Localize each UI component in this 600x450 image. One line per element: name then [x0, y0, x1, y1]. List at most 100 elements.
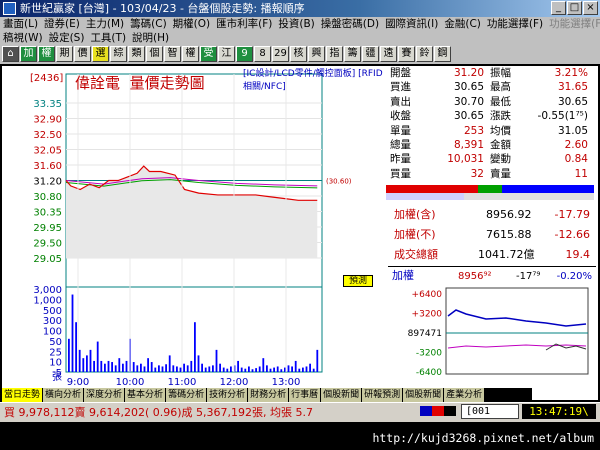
- toolbar-button[interactable]: 興: [308, 46, 325, 62]
- app-icon[interactable]: [3, 2, 16, 15]
- volume-bar: [100, 360, 103, 372]
- tab[interactable]: 產業分析: [444, 388, 485, 402]
- volume-unit: 張: [52, 371, 62, 383]
- chart-title: 量價走勢圖: [129, 74, 205, 92]
- menu-item[interactable]: 投資(B): [275, 17, 317, 31]
- toolbar-button[interactable]: 價: [74, 46, 91, 62]
- menu-item[interactable]: 功能選擇(F): [484, 17, 546, 31]
- stock-name-text: 偉詮電: [75, 74, 121, 92]
- menu-item[interactable]: 金融(C): [441, 17, 484, 31]
- menu-item[interactable]: 稿視(W): [0, 31, 46, 45]
- mini-plot: [445, 287, 589, 375]
- home-icon[interactable]: ⌂: [2, 46, 19, 62]
- volume-bar: [276, 366, 279, 372]
- toolbar-button[interactable]: 江: [218, 46, 235, 62]
- toolbar-button[interactable]: 賽: [398, 46, 415, 62]
- tab[interactable]: 個股新聞: [403, 388, 444, 402]
- mini-tick-label: -6400: [416, 368, 442, 378]
- quote-value: 32: [470, 167, 484, 180]
- toolbar-button[interactable]: 權: [38, 46, 55, 62]
- quote-value: 31.65: [557, 81, 588, 94]
- volume-bar: [75, 322, 77, 372]
- toolbar-button[interactable]: 類: [128, 46, 145, 62]
- volume-bar: [222, 367, 225, 372]
- index-mini-chart[interactable]: 加權 8956⁹² -17⁷⁹ -0.20% +6400 +3200 897471 -3200…: [388, 266, 596, 388]
- price-volume-chart[interactable]: 33.35 32.90 32.50 32.05 31.60 31.20 30.80 30.35…: [2, 66, 386, 388]
- volume-bar: [154, 367, 157, 372]
- volume-tick-label: 300: [43, 316, 62, 327]
- predict-button[interactable]: 預測: [343, 275, 373, 287]
- toolbar-button[interactable]: 核: [290, 46, 307, 62]
- toolbar-button[interactable]: 籌: [344, 46, 361, 62]
- toolbar-button[interactable]: 選: [92, 46, 109, 62]
- menu-item[interactable]: 操盤密碼(D): [318, 17, 382, 31]
- y-tick-label: 32.90: [33, 115, 62, 126]
- toolbar-button[interactable]: 個: [146, 46, 163, 62]
- menu-item[interactable]: 籌碼(C): [127, 17, 170, 31]
- toolbar-button[interactable]: 受: [200, 46, 217, 62]
- tab[interactable]: 基本分析: [125, 388, 166, 402]
- index-value: 7615.88: [486, 228, 532, 241]
- menu-item[interactable]: 說明(H): [129, 31, 172, 45]
- menu-item[interactable]: 設定(S): [46, 31, 88, 45]
- volume-bar: [150, 362, 153, 372]
- volume-bar: [302, 367, 304, 372]
- tab[interactable]: 籌碼分析: [166, 388, 207, 402]
- quote-row: 買進 30.65 最高 31.65: [388, 81, 592, 94]
- toolbar-button[interactable]: 智: [164, 46, 181, 62]
- bid-ask-bar-2: [386, 193, 594, 200]
- menu-item[interactable]: 畫面(L): [0, 17, 41, 31]
- index-change: 19.4: [565, 248, 591, 261]
- tab[interactable]: 深度分析: [84, 388, 125, 402]
- tab-today[interactable]: 當日走勢: [2, 388, 43, 402]
- menu-item-disabled: 功能選擇(F): [549, 18, 600, 30]
- toolbar-button[interactable]: 8: [254, 46, 271, 62]
- volume-bar: [68, 338, 70, 372]
- quote-label: 收盤: [390, 110, 411, 123]
- volume-bar: [240, 367, 243, 372]
- menu-item[interactable]: 主力(M): [83, 17, 127, 31]
- toolbar-button[interactable]: 期: [56, 46, 73, 62]
- tab[interactable]: 研報預測: [362, 388, 403, 402]
- volume-bar: [136, 365, 139, 372]
- volume-tick-label: 500: [43, 306, 62, 317]
- menu-item[interactable]: 工具(T): [87, 31, 129, 45]
- menu-item[interactable]: 期權(O): [170, 17, 213, 31]
- y-tick-label: 33.35: [33, 99, 62, 110]
- quote-label: 變動: [490, 153, 511, 166]
- mini-change: -17⁷⁹: [516, 271, 540, 282]
- volume-bar: [93, 360, 95, 372]
- toolbar-button[interactable]: 29: [272, 46, 289, 62]
- toolbar-button[interactable]: 加: [20, 46, 37, 62]
- toolbar-button[interactable]: 遠: [380, 46, 397, 62]
- tab[interactable]: 橫向分析: [43, 388, 84, 402]
- quote-value: 30.65: [557, 95, 588, 108]
- tab[interactable]: 技術分析: [207, 388, 248, 402]
- volume-bar: [107, 360, 110, 372]
- toolbar-button[interactable]: 指: [326, 46, 343, 62]
- y-tick-label: 31.20: [33, 177, 62, 188]
- toolbar-button[interactable]: 鋼: [434, 46, 451, 62]
- toolbar-button[interactable]: 綜: [110, 46, 127, 62]
- menu-item[interactable]: 證券(E): [41, 17, 83, 31]
- quote-row: 收盤 30.65 漲跌 -0.55(1⁷⁵): [388, 110, 592, 123]
- index-row: 加權(含) 8956.92 -17.79: [394, 205, 594, 225]
- tab[interactable]: 財務分析: [248, 388, 289, 402]
- maximize-button[interactable]: □: [567, 1, 582, 15]
- minimize-button[interactable]: _: [551, 1, 566, 15]
- toolbar-button[interactable]: 9: [236, 46, 253, 62]
- quote-label: 總量: [390, 139, 411, 151]
- tab[interactable]: 行事曆: [289, 388, 321, 402]
- menu-item[interactable]: 匯市利率(F): [213, 17, 275, 31]
- tab[interactable]: 個股新聞: [321, 388, 362, 402]
- close-button[interactable]: ×: [583, 1, 598, 15]
- volume-bar: [255, 368, 257, 372]
- toolbar: ⌂ 加 權 期 價 選 綜 類 個 智 權 受 江 9 8 29 核 興 指 籌…: [0, 45, 600, 63]
- toolbar-button[interactable]: 鈴: [416, 46, 433, 62]
- y-tick-label: 29.50: [33, 239, 62, 250]
- toolbar-button[interactable]: 權: [182, 46, 199, 62]
- stock-code-input[interactable]: [001: [461, 404, 519, 419]
- toolbar-button[interactable]: 疆: [362, 46, 379, 62]
- menu-item[interactable]: 國際資訊(I): [382, 17, 441, 31]
- index-label: 加權(含): [394, 208, 436, 221]
